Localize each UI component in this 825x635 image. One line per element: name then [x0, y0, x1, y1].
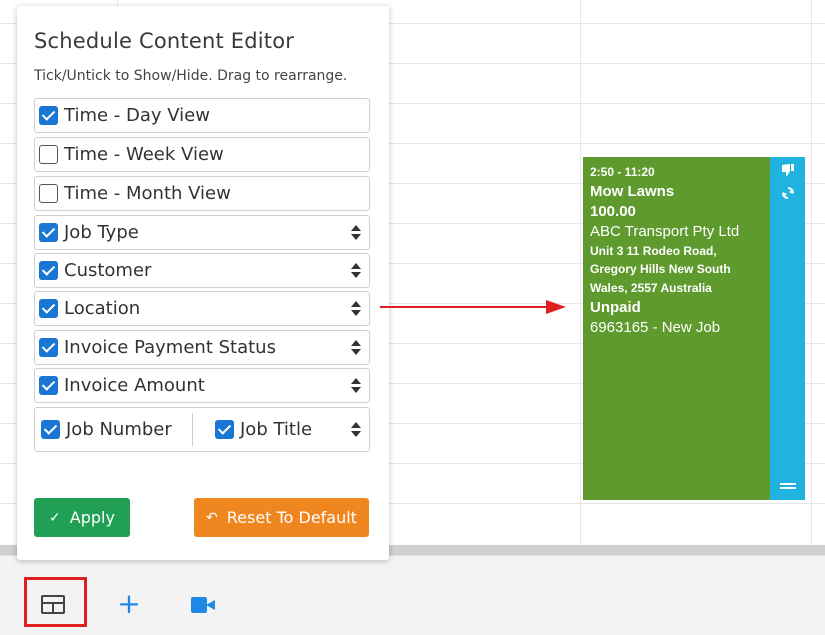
panel-title: Schedule Content Editor [34, 29, 295, 53]
field-label: Job Type [64, 222, 139, 243]
apply-button[interactable]: ✓ Apply [34, 498, 130, 537]
checkbox[interactable] [39, 338, 58, 357]
job-customer: ABC Transport Pty Ltd [590, 223, 740, 240]
checkbox[interactable] [39, 145, 58, 164]
job-address-line: Wales, 2557 Australia [590, 281, 712, 295]
drag-sort-icon[interactable] [351, 225, 361, 241]
job-address-line: Gregory Hills New South [590, 262, 731, 276]
drag-sort-icon[interactable] [351, 422, 361, 438]
checkbox[interactable] [39, 184, 58, 203]
red-arrow-annotation [380, 300, 566, 314]
job-number-title: 6963165 - New Job [590, 319, 721, 336]
field-label: Invoice Amount [64, 375, 205, 396]
field-label: Location [64, 298, 141, 319]
field-row-invoice-payment-status[interactable]: Invoice Payment Status [34, 330, 370, 365]
checkbox[interactable] [41, 420, 60, 439]
checkbox[interactable] [39, 376, 58, 395]
job-amount: 100.00 [590, 203, 636, 220]
checkbox[interactable] [39, 299, 58, 318]
reset-label: Reset To Default [226, 508, 357, 527]
field-row-time-month-view[interactable]: Time - Month View [34, 176, 370, 211]
divider [192, 413, 193, 446]
job-card[interactable]: 2:50 - 11:20 Mow Lawns 100.00 ABC Transp… [583, 157, 770, 500]
field-label: Invoice Payment Status [64, 337, 276, 358]
drag-handle-icon[interactable] [770, 477, 805, 493]
recurring-icon[interactable] [770, 186, 805, 203]
drag-sort-icon[interactable] [351, 378, 361, 394]
check-icon: ✓ [49, 509, 61, 526]
field-label: Time - Day View [64, 105, 210, 126]
drag-sort-icon[interactable] [351, 263, 361, 279]
apply-label: Apply [69, 508, 115, 527]
checkbox[interactable] [39, 261, 58, 280]
layout-icon[interactable] [41, 595, 65, 614]
field-row-job-type[interactable]: Job Type [34, 215, 370, 250]
field-row-invoice-amount[interactable]: Invoice Amount [34, 368, 370, 403]
job-type: Mow Lawns [590, 183, 675, 200]
checkbox[interactable] [39, 106, 58, 125]
schedule-content-editor: Schedule Content Editor Tick/Untick to S… [17, 6, 389, 560]
checkbox[interactable] [39, 223, 58, 242]
field-row-customer[interactable]: Customer [34, 253, 370, 288]
field-label: Customer [64, 260, 152, 281]
job-time: 2:50 - 11:20 [590, 165, 655, 179]
reset-to-default-button[interactable]: ↶ Reset To Default [194, 498, 369, 537]
field-row-time-week-view[interactable]: Time - Week View [34, 137, 370, 172]
job-card-sidebar [770, 157, 805, 500]
video-icon[interactable] [191, 597, 215, 613]
drag-sort-icon[interactable] [351, 301, 361, 317]
job-address-line: Unit 3 11 Rodeo Road, [590, 244, 717, 258]
field-label: Job Title [240, 419, 313, 440]
thumbs-down-icon[interactable] [770, 163, 805, 180]
field-label: Time - Week View [64, 144, 224, 165]
drag-sort-icon[interactable] [351, 340, 361, 356]
field-label: Job Number [66, 419, 172, 440]
field-label: Time - Month View [64, 183, 231, 204]
job-payment-status: Unpaid [590, 299, 641, 316]
field-row-time-day-view[interactable]: Time - Day View [34, 98, 370, 133]
undo-icon: ↶ [206, 509, 218, 526]
plus-icon[interactable]: + [117, 590, 141, 618]
field-row-location[interactable]: Location [34, 291, 370, 326]
field-row-job-number-title[interactable]: Job Number Job Title [34, 407, 370, 452]
checkbox[interactable] [215, 420, 234, 439]
panel-instructions: Tick/Untick to Show/Hide. Drag to rearra… [34, 68, 348, 84]
